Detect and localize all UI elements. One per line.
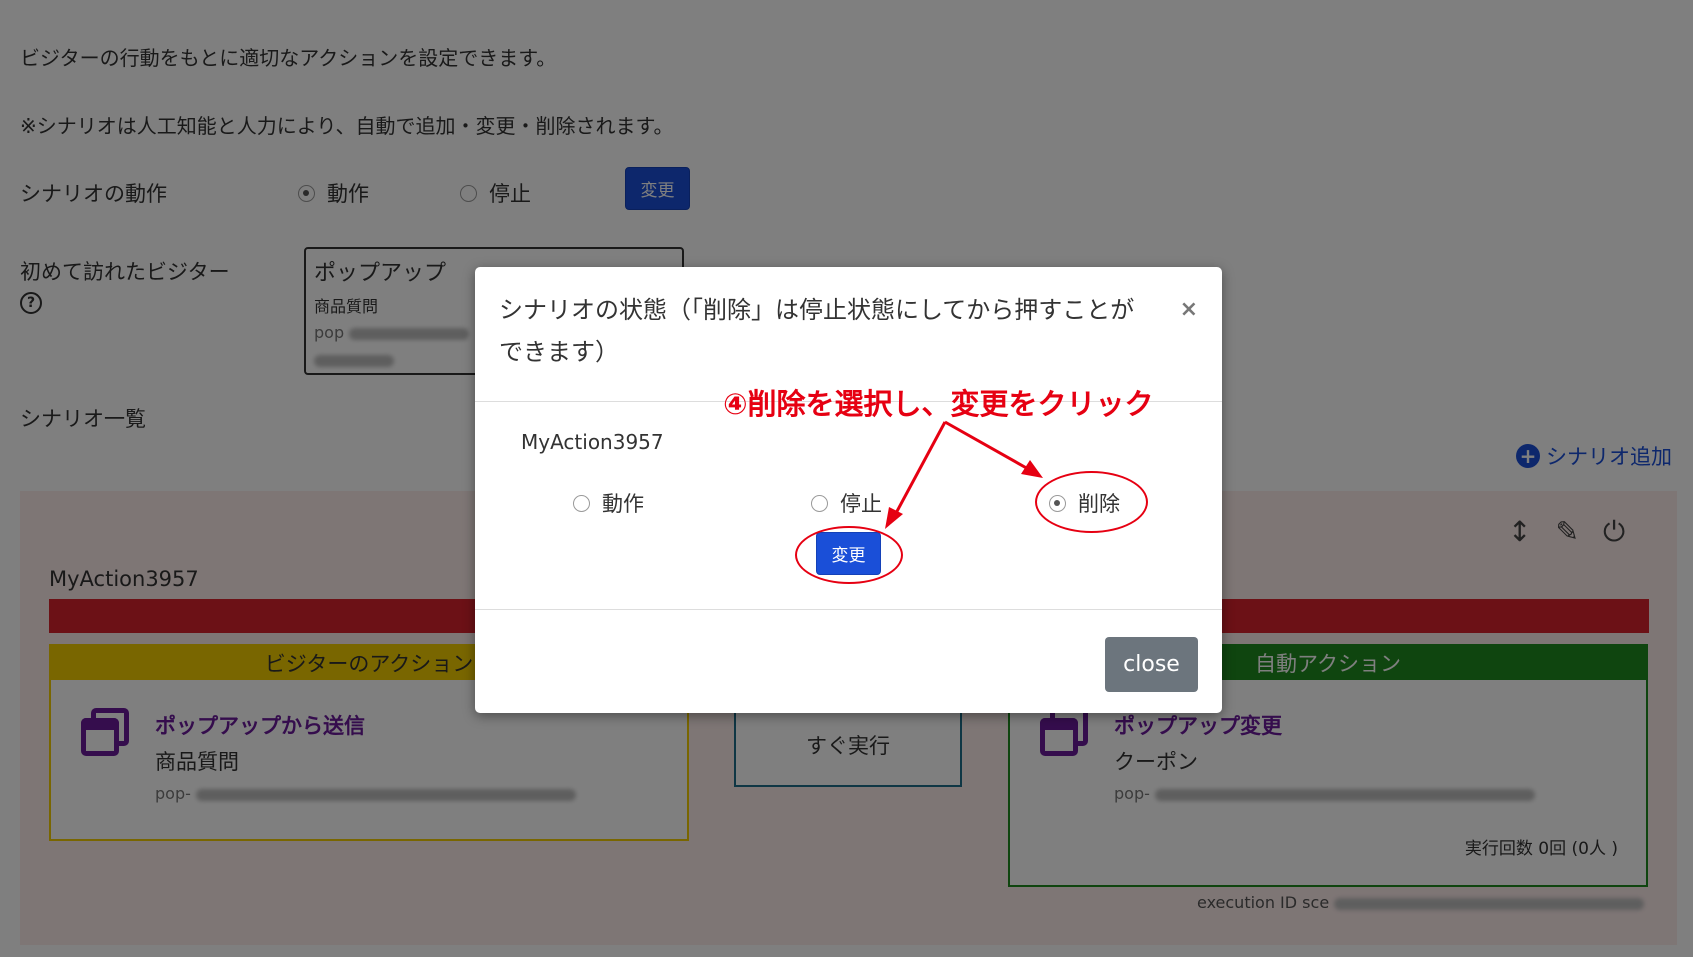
arrow-head-to-delete [1021,460,1043,478]
arrow-line-to-delete [944,420,1031,472]
arrow-head-to-change [885,507,903,529]
arrow-line-to-change [893,421,947,516]
scenario-status-modal: シナリオの状態（「削除」は停止状態にしてから押すことができます） × MyAct… [475,267,1222,713]
annotation-arrows [885,420,1043,529]
